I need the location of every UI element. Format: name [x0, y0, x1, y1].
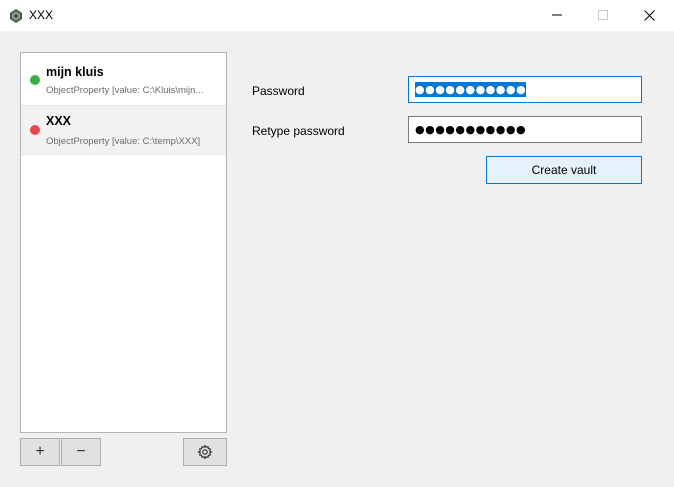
remove-vault-button[interactable]: −: [61, 438, 101, 466]
vault-path: ObjectProperty [value: C:\Kluis\mijn...: [46, 85, 204, 96]
window-title: XXX: [29, 8, 54, 22]
maximize-button[interactable]: [580, 0, 626, 30]
retype-password-value: ●●●●●●●●●●●: [415, 123, 527, 136]
close-button[interactable]: [626, 0, 672, 30]
settings-button[interactable]: [183, 438, 227, 466]
retype-password-field[interactable]: ●●●●●●●●●●●: [408, 116, 642, 143]
vault-list[interactable]: mijn kluis ObjectProperty [value: C:\Klu…: [20, 52, 227, 433]
add-vault-button[interactable]: +: [20, 438, 60, 466]
vault-list-item[interactable]: mijn kluis ObjectProperty [value: C:\Klu…: [21, 55, 226, 105]
create-vault-label: Create vault: [531, 163, 597, 177]
close-icon: [643, 9, 655, 21]
vault-name: mijn kluis: [46, 65, 104, 79]
password-value: ●●●●●●●●●●●: [415, 82, 527, 97]
gear-icon: [197, 444, 213, 460]
vault-icon: [8, 8, 24, 24]
retype-password-label: Retype password: [252, 124, 345, 138]
status-locked-icon: [30, 125, 40, 135]
plus-icon: +: [35, 443, 45, 460]
password-label: Password: [252, 84, 305, 98]
vault-path: ObjectProperty [value: C:\temp\XXX]: [46, 136, 201, 147]
create-vault-button[interactable]: Create vault: [486, 156, 642, 184]
minimize-icon: [552, 14, 562, 16]
vault-name: XXX: [46, 114, 72, 128]
password-field[interactable]: ●●●●●●●●●●●: [408, 76, 642, 103]
maximize-icon: [598, 10, 608, 20]
title-bar: XXX: [0, 0, 674, 31]
minimize-button[interactable]: [534, 0, 580, 30]
status-unlocked-icon: [30, 75, 40, 85]
vault-list-item-selected[interactable]: XXX ObjectProperty [value: C:\temp\XXX]: [21, 105, 226, 155]
minus-icon: −: [76, 443, 86, 460]
